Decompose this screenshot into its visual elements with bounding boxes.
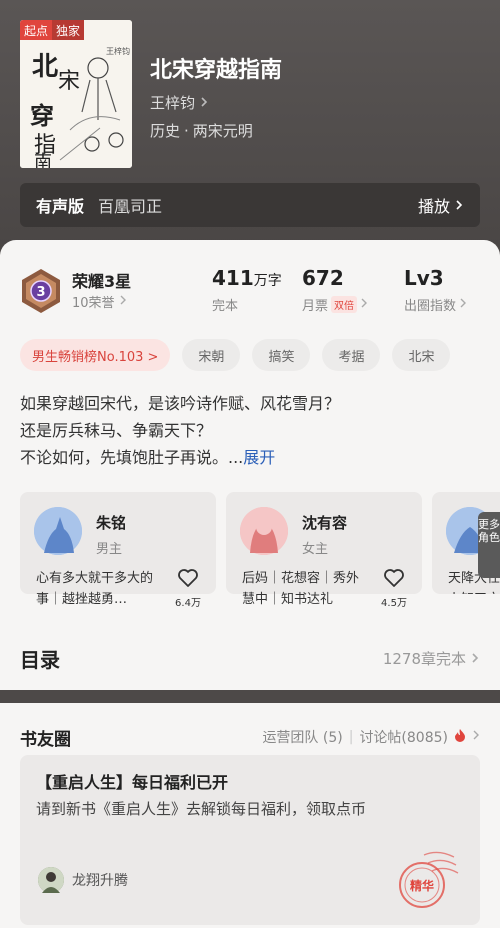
toc-summary: 1278章完本 bbox=[382, 650, 466, 668]
character-role: 男主 bbox=[96, 542, 123, 557]
post-author[interactable]: 龙翔升腾 bbox=[38, 867, 128, 893]
synopsis-line: 不论如何，先填饱肚子再说。... bbox=[20, 448, 244, 467]
genre-sub: 两宋元明 bbox=[192, 122, 253, 140]
book-header: 北 宋 穿 指 南 王梓钧 起点 独家 北宋穿越指南 王梓钧 历史 · 两宋元明 有… bbox=[0, 0, 500, 250]
genre-dot: · bbox=[184, 122, 189, 140]
tag-research[interactable]: 考据 bbox=[322, 339, 381, 371]
audio-narrator: 百凰司正 bbox=[98, 197, 163, 216]
audio-label: 有声版 bbox=[36, 197, 85, 216]
author-name: 王梓钧 bbox=[150, 94, 196, 112]
post-author-name: 龙翔升腾 bbox=[72, 873, 128, 889]
stamp-label: 精华 bbox=[410, 878, 434, 893]
cover-art: 北 宋 穿 指 南 王梓钧 bbox=[20, 20, 132, 168]
book-detail-card: 3 荣耀3星 10荣誉 411万字 完本 672 月票 双倍 Lv3 出圈指数 bbox=[0, 240, 500, 690]
chevron-right-icon bbox=[360, 297, 368, 312]
stat-word-count: 411万字 完本 bbox=[212, 266, 282, 314]
like-count: 4.5万 bbox=[381, 598, 407, 609]
svg-text:南: 南 bbox=[34, 152, 52, 168]
cover-tags: 起点 独家 bbox=[20, 20, 85, 40]
play-button[interactable]: 播放 bbox=[418, 193, 464, 217]
double-tag: 双倍 bbox=[331, 296, 358, 313]
character-card[interactable]: 朱铭 男主 心有多大就干多大的事｜越挫越勇… 6.4万 bbox=[20, 492, 216, 609]
featured-stamp-icon: 精华 bbox=[394, 845, 460, 911]
expand-link[interactable]: 展开 bbox=[243, 448, 275, 467]
badge-level: 3 bbox=[36, 285, 45, 300]
tag-list: 男生畅销榜No.103 > 宋朝 搞笑 考据 北宋 bbox=[20, 339, 451, 371]
chevron-right-icon bbox=[459, 297, 467, 312]
play-label: 播放 bbox=[417, 197, 450, 216]
threads-link[interactable]: 讨论帖(8085) bbox=[359, 727, 448, 747]
post-title: 【重启人生】每日福利已开 bbox=[36, 773, 229, 792]
synopsis[interactable]: 如果穿越回宋代，是该吟诗作赋、风花雪月？ 还是厉兵秣马、争霸天下？ 不论如何，先… bbox=[20, 390, 480, 471]
book-friends-section: 书友圈 运营团队 (5) | 讨论帖(8085) 【重启人生】每日福利已开 请到… bbox=[0, 703, 500, 928]
character-name: 朱铭 bbox=[96, 514, 127, 532]
honor-subtitle: 10荣誉 bbox=[72, 296, 115, 311]
stat-monthly-tickets[interactable]: 672 月票 双倍 bbox=[302, 266, 368, 314]
stat-label: 出圈指数 bbox=[404, 299, 457, 314]
genre-line: 历史 · 两宋元明 bbox=[150, 120, 253, 141]
tag-song-dynasty[interactable]: 宋朝 bbox=[182, 339, 241, 371]
svg-text:王梓钧: 王梓钧 bbox=[106, 46, 130, 56]
character-card[interactable]: 沈有容 女主 后妈｜花想容｜秀外慧中｜知书达礼 4.5万 bbox=[226, 492, 422, 609]
featured-post[interactable]: 【重启人生】每日福利已开 请到新书《重启人生》去解锁每日福利，领取点币 龙翔升腾… bbox=[20, 755, 480, 925]
author-link[interactable]: 王梓钧 bbox=[150, 92, 209, 113]
like-button[interactable]: 6.4万 bbox=[174, 568, 202, 609]
ranking-tag[interactable]: 男生畅销榜No.103 > bbox=[20, 339, 171, 371]
tag-northern-song[interactable]: 北宋 bbox=[392, 339, 451, 371]
chevron-right-icon bbox=[470, 650, 480, 668]
ops-team-link[interactable]: 运营团队 (5) bbox=[262, 727, 342, 747]
synopsis-line: 如果穿越回宋代，是该吟诗作赋、风花雪月？ bbox=[20, 394, 341, 413]
svg-text:穿: 穿 bbox=[30, 101, 54, 130]
chevron-right-icon bbox=[199, 94, 209, 112]
character-avatar bbox=[34, 507, 82, 555]
stat-label: 月票 bbox=[302, 299, 329, 314]
platform-tag: 起点 bbox=[20, 20, 53, 40]
like-count: 6.4万 bbox=[175, 598, 201, 609]
table-of-contents-row[interactable]: 目录 1278章完本 bbox=[20, 644, 480, 673]
character-role: 女主 bbox=[302, 542, 329, 557]
stat-value: 672 bbox=[302, 266, 344, 290]
toc-title: 目录 bbox=[20, 648, 60, 672]
heart-icon bbox=[383, 569, 405, 592]
honor-badge-icon[interactable]: 3 bbox=[20, 268, 62, 314]
chevron-right-icon bbox=[454, 196, 464, 215]
svg-text:宋: 宋 bbox=[58, 69, 80, 94]
divider: | bbox=[348, 729, 354, 745]
exclusive-tag: 独家 bbox=[52, 20, 85, 40]
heart-icon bbox=[177, 569, 199, 592]
honor-title: 荣耀3星 bbox=[72, 272, 132, 291]
stat-unit: 万字 bbox=[253, 273, 282, 289]
section-title: 书友圈 bbox=[20, 730, 71, 750]
like-button[interactable]: 4.5万 bbox=[380, 568, 408, 609]
character-desc: 后妈｜花想容｜秀外慧中｜知书达礼 bbox=[242, 571, 360, 607]
stat-label: 完本 bbox=[212, 299, 239, 314]
chevron-right-icon bbox=[472, 729, 480, 745]
audio-version-bar[interactable]: 有声版 百凰司正 播放 bbox=[20, 183, 480, 227]
post-body: 请到新书《重启人生》去解锁每日福利，领取点币 bbox=[36, 800, 367, 818]
genre-main: 历史 bbox=[150, 122, 181, 140]
character-avatar bbox=[240, 507, 288, 555]
chevron-right-icon bbox=[119, 294, 127, 309]
friends-meta: 运营团队 (5) | 讨论帖(8085) bbox=[262, 727, 480, 747]
book-title: 北宋穿越指南 bbox=[150, 58, 283, 83]
stat-value: 411 bbox=[212, 266, 254, 290]
character-name: 沈有容 bbox=[302, 514, 348, 532]
avatar bbox=[38, 867, 64, 893]
honor-subtitle-link[interactable]: 10荣誉 bbox=[72, 292, 127, 311]
book-cover[interactable]: 北 宋 穿 指 南 王梓钧 起点 独家 bbox=[20, 20, 132, 168]
synopsis-line: 还是厉兵秣马、争霸天下？ bbox=[20, 421, 213, 440]
flame-icon bbox=[454, 728, 466, 746]
svg-text:北: 北 bbox=[32, 52, 58, 82]
stat-value: Lv3 bbox=[404, 266, 444, 290]
tag-funny[interactable]: 搞笑 bbox=[252, 339, 311, 371]
stat-popularity-index[interactable]: Lv3 出圈指数 bbox=[404, 266, 467, 314]
character-desc: 心有多大就干多大的事｜越挫越勇… bbox=[36, 571, 154, 607]
more-roles-button[interactable]: 更多角色 bbox=[478, 512, 500, 578]
